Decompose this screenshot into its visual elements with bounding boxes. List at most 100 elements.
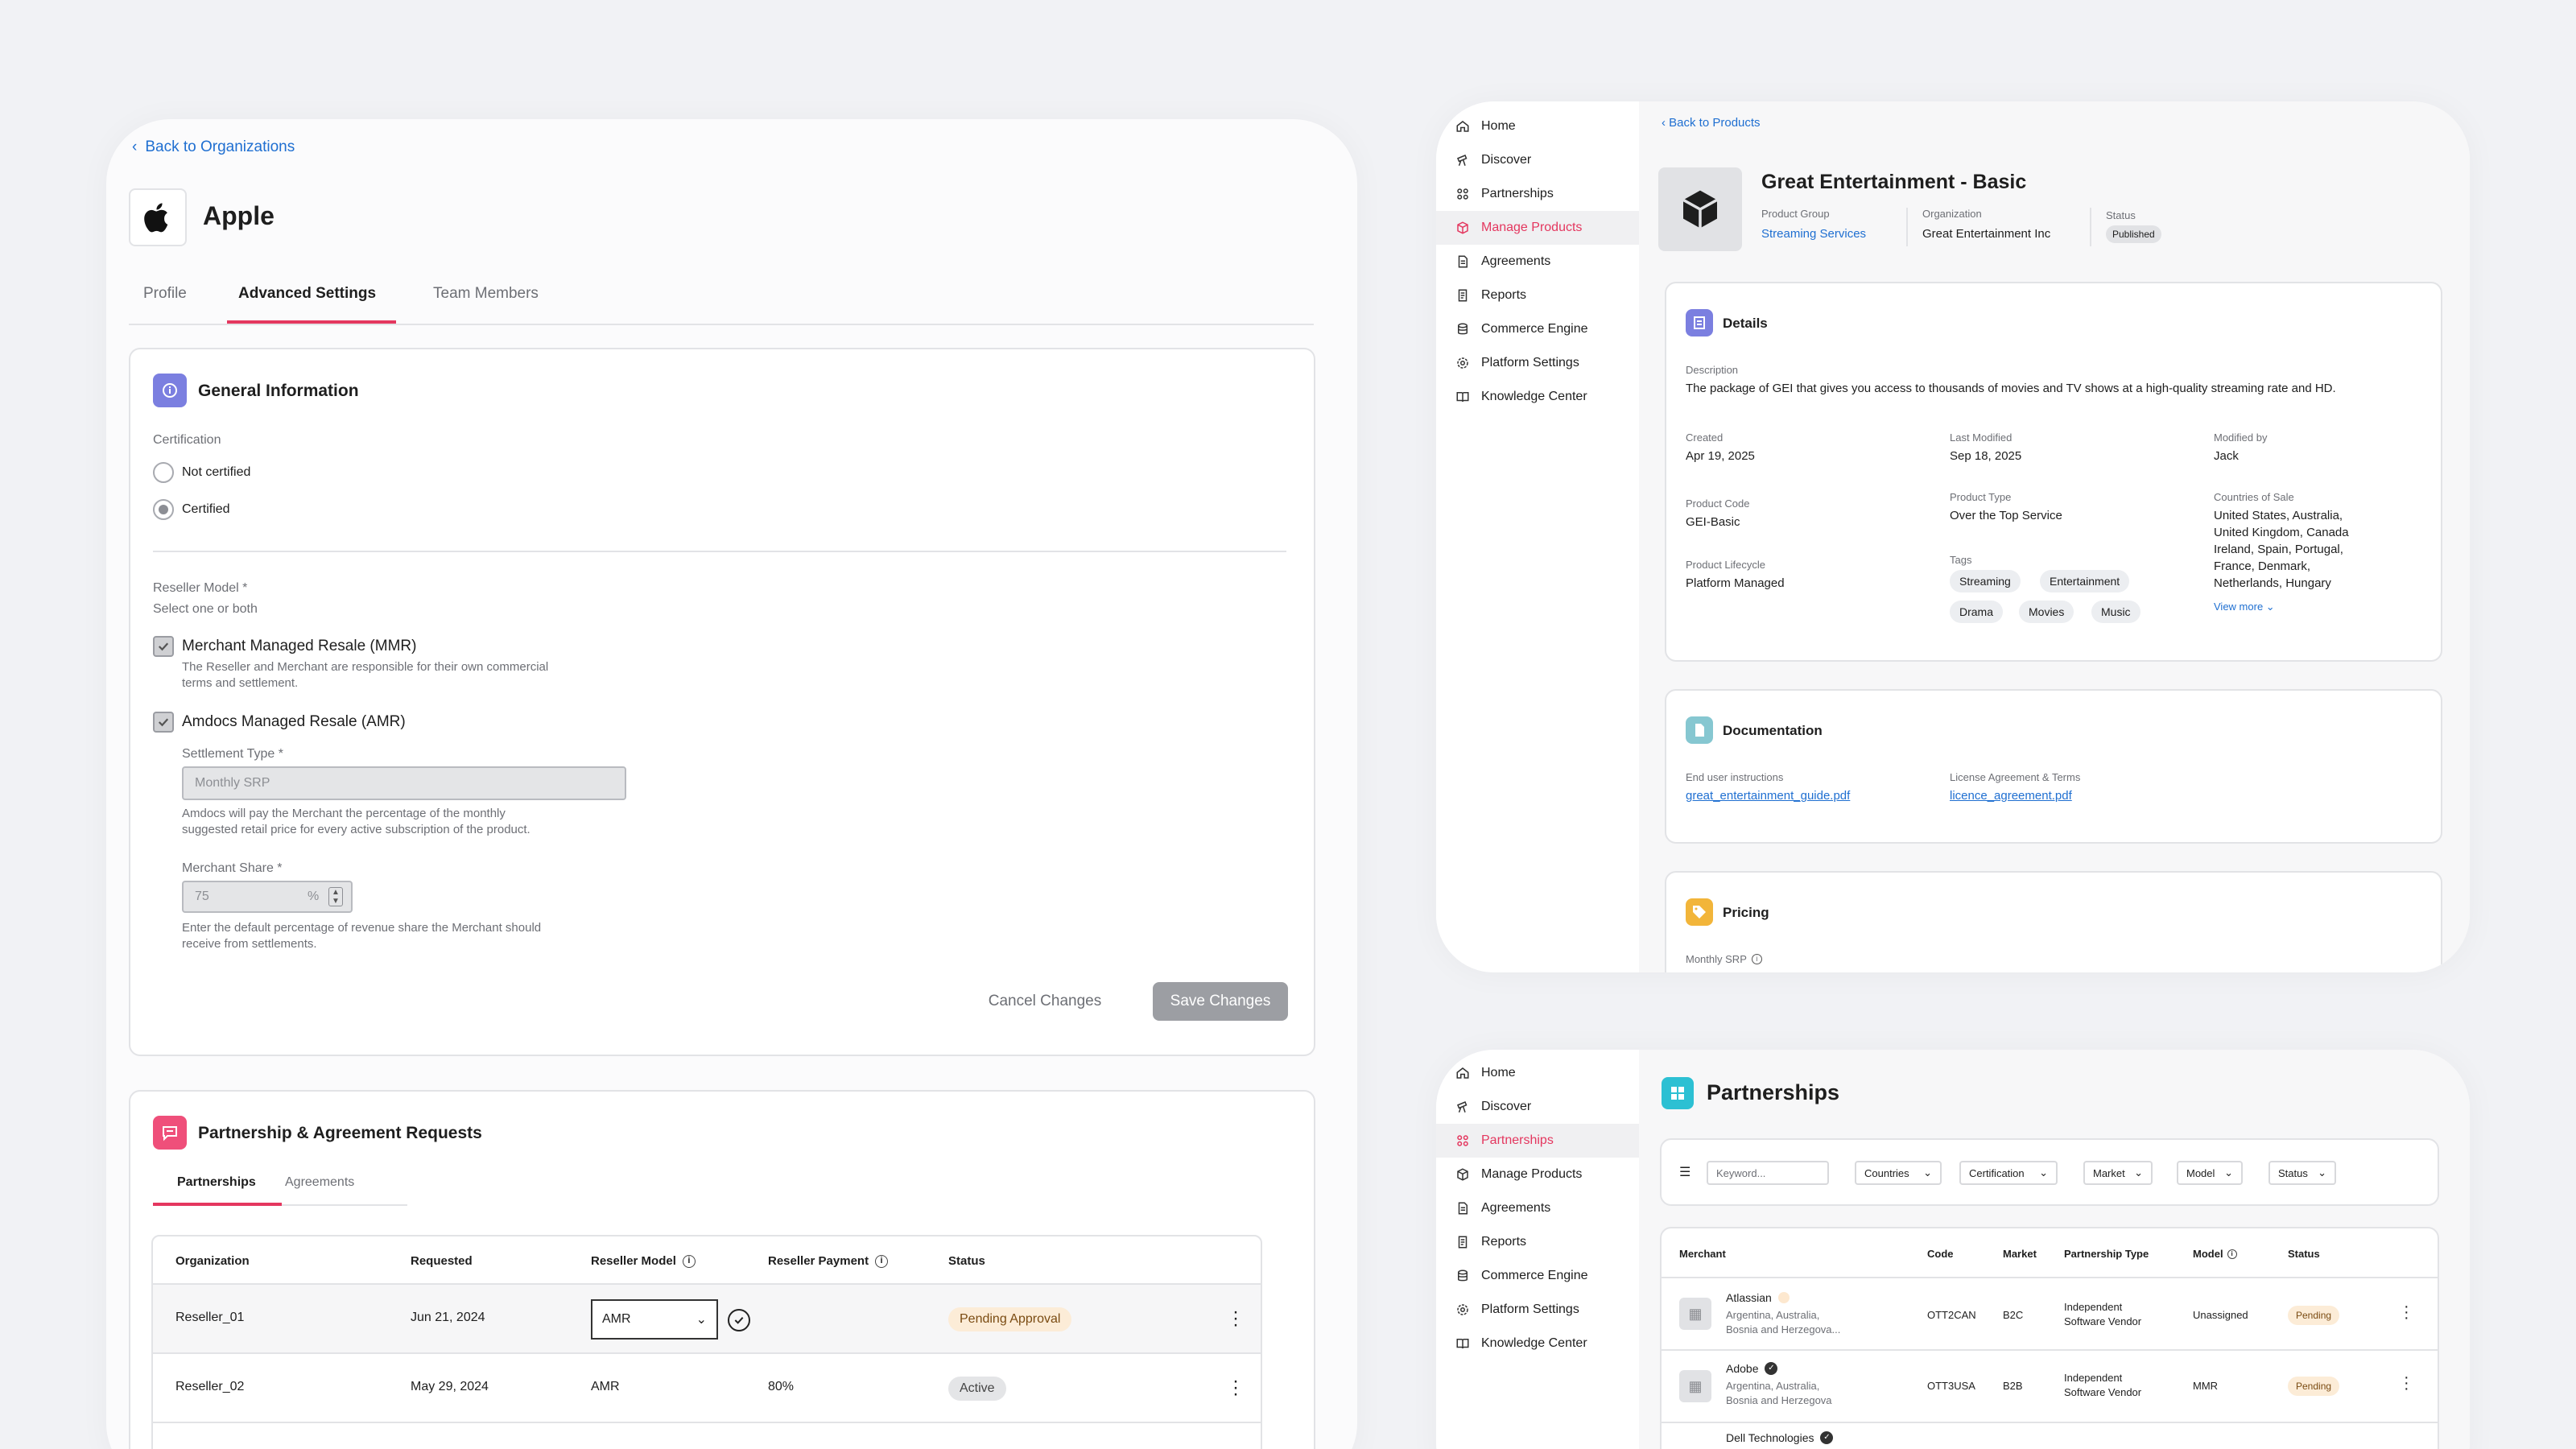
partnerships-icon (1662, 1077, 1694, 1109)
checkmark-icon (158, 642, 169, 651)
merchant-share-input[interactable]: 75 % ▲ ▼ (182, 881, 353, 913)
report-icon (1458, 1236, 1468, 1249)
tab-profile[interactable]: Profile (143, 285, 187, 303)
countries-line: United Kingdom, Canada (2214, 526, 2349, 539)
mmr-description-line1: The Reseller and Merchant are responsibl… (182, 660, 549, 674)
mmr-checkbox[interactable] (153, 636, 174, 657)
table-row[interactable]: ▦ Adobe ✓ Argentina, Australia, Bosnia an… (1662, 1349, 2438, 1422)
certification-label: Certification (153, 433, 221, 447)
column-reseller-model: Reseller Model i (591, 1254, 696, 1268)
product-group-link[interactable]: Streaming Services (1761, 227, 1866, 241)
amr-checkbox[interactable] (153, 712, 174, 733)
database-icon (1458, 1269, 1468, 1282)
table-row[interactable]: Reseller_02 May 29, 2024 AMR 80% Active … (153, 1352, 1261, 1422)
countries-filter[interactable]: Countries ⌄ (1855, 1161, 1942, 1185)
sidebar-item-discover[interactable]: Discover (1436, 1090, 1639, 1124)
merchant-countries: Bosnia and Herzegova (1726, 1394, 1832, 1406)
confirm-check-icon[interactable] (728, 1309, 750, 1331)
merchant-name[interactable]: Atlassian (1726, 1291, 1790, 1304)
merchant-code: OTT2CAN (1927, 1309, 1976, 1321)
tab-agreements[interactable]: Agreements (285, 1175, 354, 1190)
sidebar-item-partnerships[interactable]: Partnerships (1436, 177, 1639, 211)
save-changes-button[interactable]: Save Changes (1153, 982, 1288, 1021)
sidebar-item-agreements[interactable]: Agreements (1436, 1191, 1639, 1225)
more-vertical-icon[interactable]: · · · (1232, 1372, 1240, 1404)
sidebar-item-commerce-engine[interactable]: Commerce Engine (1436, 312, 1639, 346)
sidebar-item-home[interactable]: Home (1436, 1056, 1639, 1090)
pricing-card: Pricing Monthly SRP i (1665, 871, 2442, 972)
merchant-model: Unassigned (2193, 1309, 2248, 1321)
partnership-type: Independent (2064, 1372, 2123, 1384)
model-filter[interactable]: Model ⌄ (2177, 1161, 2243, 1185)
license-agreement-link[interactable]: licence_agreement.pdf (1950, 789, 2072, 803)
home-icon (1456, 121, 1469, 132)
certified-label: Certified (182, 502, 230, 516)
back-to-organizations-link[interactable]: ‹ Back to Organizations (132, 138, 295, 156)
countries-label: Countries of Sale (2214, 491, 2294, 503)
column-code: Code (1927, 1248, 1954, 1260)
sidebar-item-manage-products[interactable]: Manage Products (1436, 211, 1639, 245)
end-user-guide-link[interactable]: great_entertainment_guide.pdf (1686, 789, 1850, 803)
sidebar-item-reports[interactable]: Reports (1436, 279, 1639, 312)
info-circle-icon[interactable]: i (875, 1254, 889, 1268)
sidebar-item-knowledge-center[interactable]: Knowledge Center (1436, 1327, 1639, 1360)
info-circle-icon[interactable]: i (682, 1254, 696, 1268)
sidebar-item-reports[interactable]: Reports (1436, 1225, 1639, 1259)
amr-label: Amdocs Managed Resale (AMR) (182, 713, 406, 730)
back-to-products-link[interactable]: ‹ Back to Products (1662, 116, 1761, 130)
tab-advanced-settings[interactable]: Advanced Settings (238, 285, 376, 303)
end-user-instructions-label: End user instructions (1686, 771, 1784, 783)
merchant-name[interactable]: Dell Technologies ✓ (1726, 1431, 1834, 1444)
merchant-model: MMR (2193, 1380, 2219, 1392)
cancel-changes-button[interactable]: Cancel Changes (972, 982, 1117, 1021)
sidebar-item-platform-settings[interactable]: Platform Settings (1436, 346, 1639, 380)
filter-sliders-icon[interactable]: ☰ (1679, 1164, 1690, 1180)
market-filter[interactable]: Market ⌄ (2083, 1161, 2153, 1185)
sidebar-item-commerce-engine[interactable]: Commerce Engine (1436, 1259, 1639, 1293)
organization-settings-panel: ‹ Back to Organizations Apple Profile Ad… (106, 119, 1357, 1449)
more-vertical-icon[interactable]: · · · (1232, 1302, 1240, 1335)
reseller-model-select[interactable]: AMR ⌄ (591, 1299, 718, 1340)
file-icon (1686, 716, 1713, 744)
more-vertical-icon[interactable]: · · · (2404, 1369, 2409, 1397)
last-modified-value: Sep 18, 2025 (1950, 449, 2022, 463)
view-more-link[interactable]: View more ⌄ (2214, 601, 2275, 613)
general-information-card: General Information Certification Not ce… (129, 348, 1315, 1056)
verified-check-icon: ✓ (1820, 1431, 1834, 1444)
table-row[interactable]: Dell Technologies ✓ (1662, 1422, 2438, 1449)
tab-partnerships[interactable]: Partnerships (177, 1175, 256, 1190)
telescope-icon (1457, 155, 1468, 167)
table-row[interactable]: ▦ Atlassian Argentina, Australia, Bosnia… (1662, 1277, 2438, 1349)
settlement-description-line2: suggested retail price for every active … (182, 823, 530, 836)
reseller-model-label: Reseller Model * (153, 581, 248, 595)
info-icon (153, 374, 187, 407)
not-certified-radio[interactable] (153, 462, 174, 483)
keyword-search-input[interactable]: Keyword... (1707, 1161, 1829, 1185)
certified-radio[interactable] (153, 499, 174, 520)
sidebar-item-manage-products[interactable]: Manage Products (1436, 1158, 1639, 1191)
status-filter[interactable]: Status ⌄ (2268, 1161, 2336, 1185)
sidebar-item-home[interactable]: Home (1436, 109, 1639, 143)
table-row[interactable]: Reseller_01 Jun 21, 2024 AMR ⌄ Pending A… (153, 1283, 1261, 1352)
sidebar-item-partnerships[interactable]: Partnerships (1436, 1124, 1639, 1158)
info-circle-icon[interactable]: i (1751, 954, 1762, 964)
sidebar-item-agreements[interactable]: Agreements (1436, 245, 1639, 279)
chevron-down-icon: ⌄ (2318, 1166, 2326, 1179)
partnership-type: Independent (2064, 1301, 2123, 1313)
merchants-table: Merchant Code Market Partnership Type Mo… (1660, 1227, 2439, 1449)
countries-line: United States, Australia, (2214, 509, 2343, 522)
sidebar-item-knowledge-center[interactable]: Knowledge Center (1436, 380, 1639, 414)
tab-team-members[interactable]: Team Members (433, 285, 539, 303)
sidebar-item-platform-settings[interactable]: Platform Settings (1436, 1293, 1639, 1327)
product-group-label: Product Group (1761, 208, 1830, 220)
stepper-arrows-icon[interactable]: ▲ ▼ (328, 887, 343, 906)
settlement-type-input[interactable]: Monthly SRP (182, 766, 626, 800)
merchant-name[interactable]: Adobe ✓ (1726, 1362, 1778, 1375)
info-circle-icon[interactable]: i (2227, 1249, 2237, 1259)
chat-icon (153, 1116, 187, 1150)
more-vertical-icon[interactable]: · · · (2404, 1298, 2409, 1326)
tag-chip: Streaming (1950, 570, 2021, 592)
sidebar-item-discover[interactable]: Discover (1436, 143, 1639, 177)
certification-filter[interactable]: Certification ⌄ (1959, 1161, 2058, 1185)
grid-icon (1457, 1135, 1468, 1146)
